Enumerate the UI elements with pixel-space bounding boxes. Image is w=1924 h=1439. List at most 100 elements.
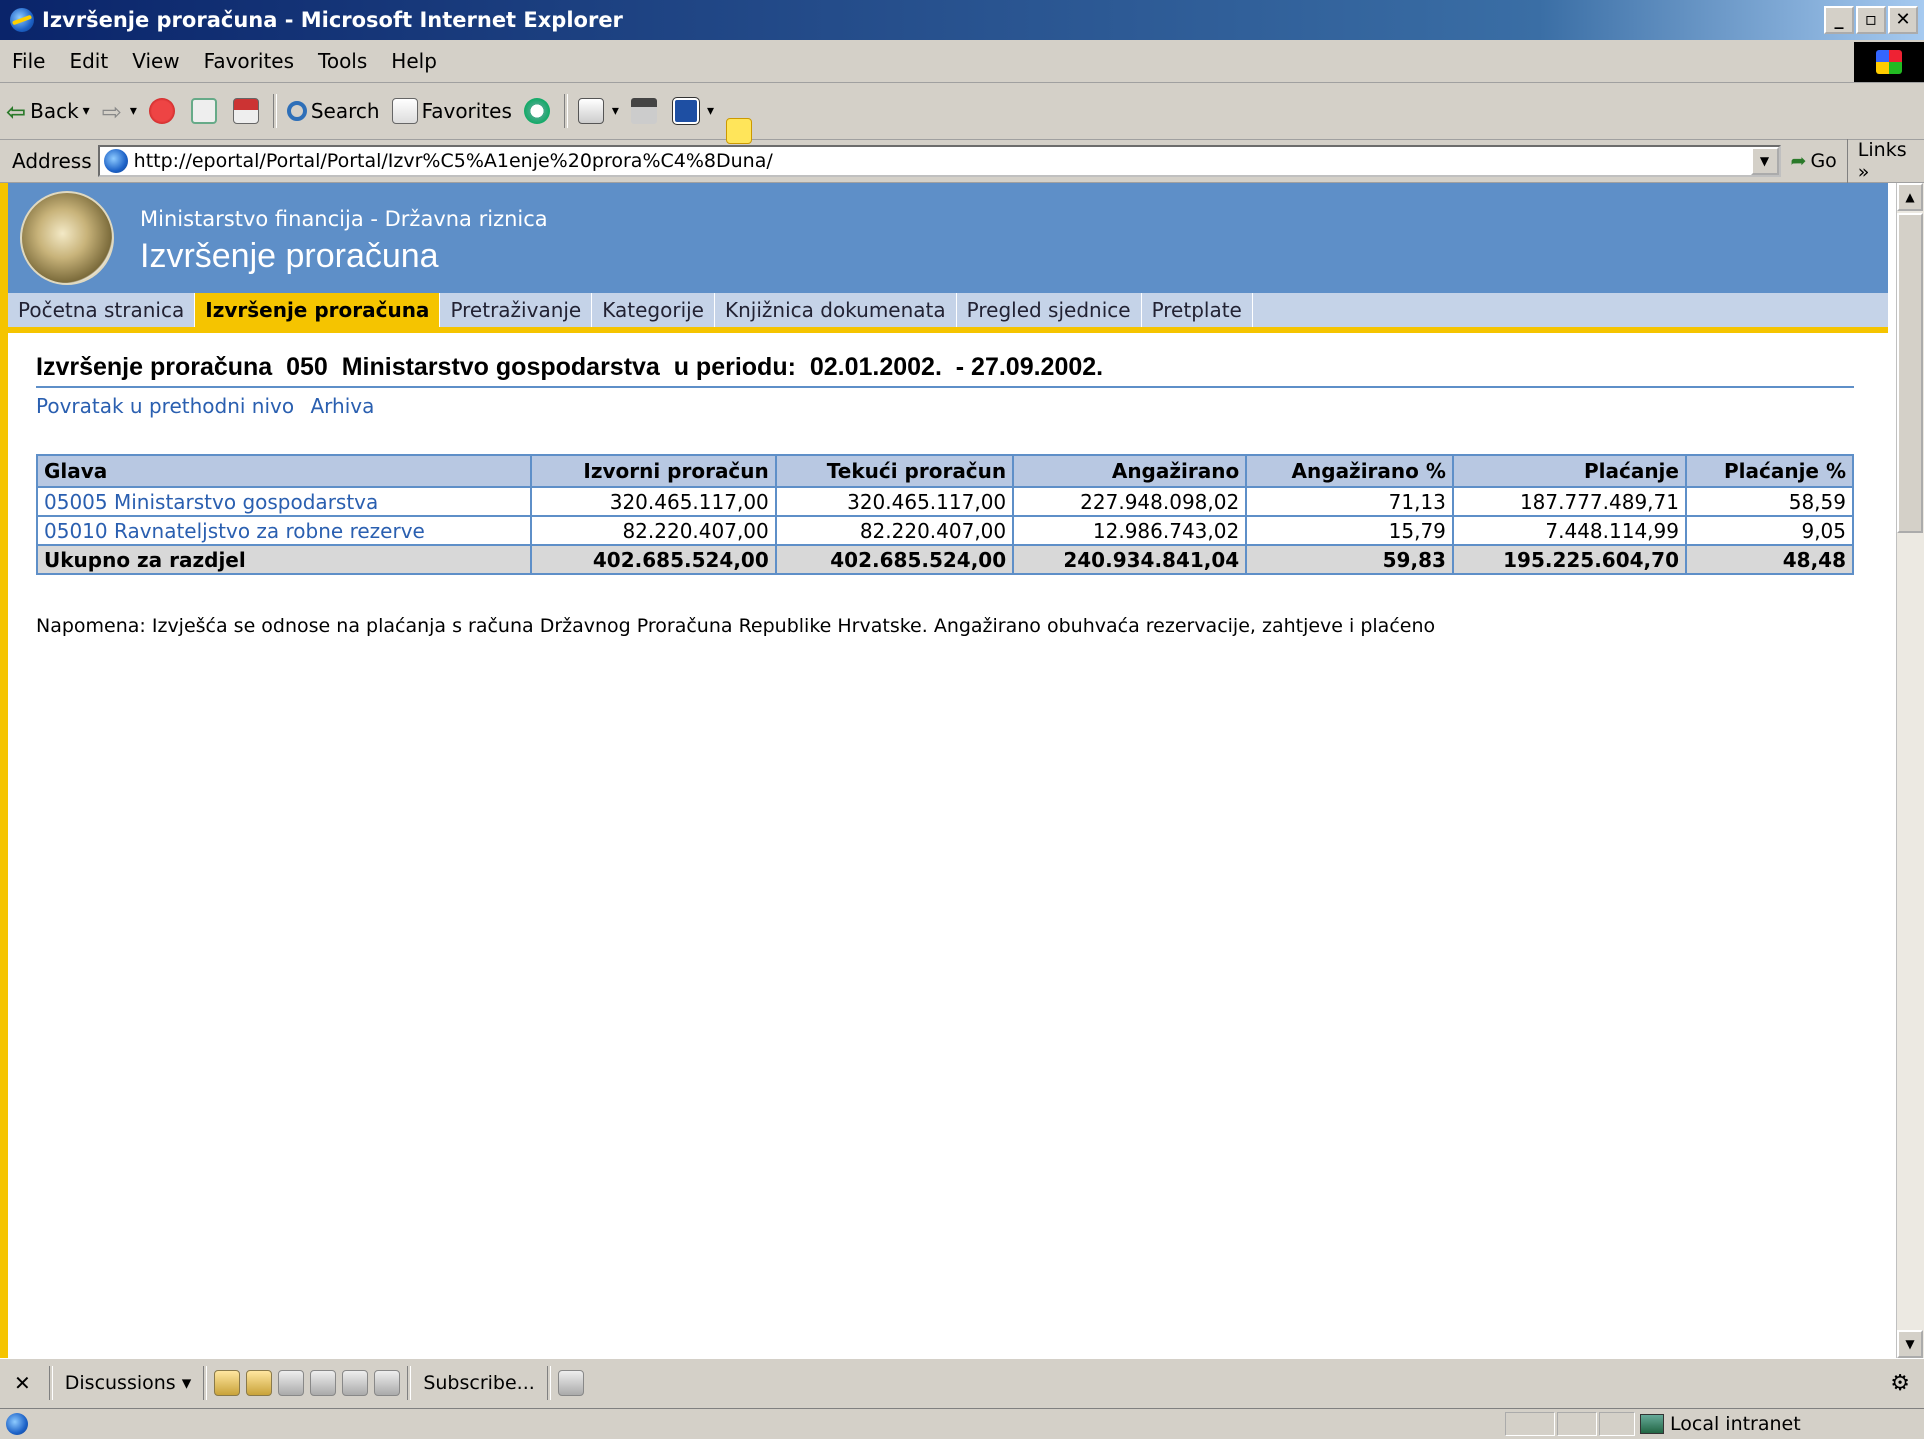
cell: 12.986.743,02 bbox=[1012, 515, 1248, 546]
forward-button[interactable]: ⇨ ▾ bbox=[96, 91, 143, 131]
scroll-down-button[interactable]: ▼ bbox=[1897, 1330, 1923, 1358]
nav-pocetna-stranica[interactable]: Početna stranica bbox=[8, 293, 196, 327]
cell: 9,05 bbox=[1684, 515, 1855, 546]
col-placanje-pct: Plaćanje % bbox=[1684, 454, 1855, 488]
cell: 240.934.841,04 bbox=[1012, 544, 1248, 575]
status-cell bbox=[1599, 1412, 1635, 1436]
scroll-up-button[interactable]: ▲ bbox=[1897, 183, 1923, 211]
page-status-icon bbox=[6, 1413, 28, 1435]
nav-kategorije[interactable]: Kategorije bbox=[592, 293, 715, 327]
menu-help[interactable]: Help bbox=[379, 49, 449, 73]
security-zone: Local intranet bbox=[1640, 1412, 1801, 1436]
print-button[interactable] bbox=[625, 91, 667, 131]
toolbar-separator bbox=[48, 1366, 53, 1400]
vertical-scrollbar[interactable]: ▲ ▼ bbox=[1896, 183, 1924, 1358]
window-title: Izvršenje proračuna - Microsoft Internet… bbox=[42, 8, 623, 32]
menu-edit[interactable]: Edit bbox=[57, 49, 120, 73]
close-button[interactable]: ✕ bbox=[1888, 6, 1918, 34]
insert-discussion-icon[interactable] bbox=[214, 1370, 241, 1396]
search-label: Search bbox=[310, 99, 380, 123]
chevron-down-icon[interactable]: ▾ bbox=[612, 103, 619, 119]
cell: 402.685.524,00 bbox=[774, 544, 1015, 575]
cell: 71,13 bbox=[1245, 486, 1454, 517]
cell: 58,59 bbox=[1684, 486, 1855, 517]
subscribe-button[interactable]: Subscribe... bbox=[415, 1372, 542, 1394]
notes-button[interactable] bbox=[720, 91, 762, 144]
toolbar-separator bbox=[203, 1366, 208, 1400]
menu-view[interactable]: View bbox=[120, 49, 191, 73]
cell: 320.465.117,00 bbox=[774, 486, 1015, 517]
word-icon bbox=[671, 97, 700, 125]
minimize-button[interactable]: _ bbox=[1824, 6, 1854, 34]
edit-word-button[interactable]: ▾ bbox=[667, 91, 720, 131]
address-label: Address bbox=[12, 149, 92, 173]
discussions-bar: ✕ Discussions ▾ Subscribe... ⚙ bbox=[0, 1358, 1924, 1407]
go-button[interactable]: ➦ Go bbox=[1781, 150, 1847, 172]
stop-icon bbox=[148, 98, 175, 124]
col-izvorni-proracun: Izvorni proračun bbox=[530, 454, 777, 488]
edit-discussion-icon[interactable] bbox=[278, 1370, 305, 1396]
home-button[interactable] bbox=[227, 91, 269, 131]
cell: 195.225.604,70 bbox=[1451, 544, 1687, 575]
discussions-button[interactable]: Discussions ▾ bbox=[57, 1372, 200, 1394]
ie-icon[interactable] bbox=[10, 8, 34, 32]
back-button[interactable]: ⇦ Back ▾ bbox=[0, 91, 96, 131]
links-button[interactable]: Links » bbox=[1846, 139, 1924, 183]
col-tekuci-proracun: Tekući proračun bbox=[774, 454, 1015, 488]
nav-knjiznica-dokumenata[interactable]: Knjižnica dokumenata bbox=[715, 293, 957, 327]
cell: 59,83 bbox=[1245, 544, 1454, 575]
address-input[interactable]: http://eportal/Portal/Portal/Izvr%C5%A1e… bbox=[97, 145, 1781, 177]
menu-tools[interactable]: Tools bbox=[306, 49, 379, 73]
maximize-button[interactable]: ▫ bbox=[1856, 6, 1886, 34]
favorites-button[interactable]: Favorites bbox=[386, 91, 518, 131]
nav-pretplate[interactable]: Pretplate bbox=[1142, 293, 1253, 327]
refresh-button[interactable] bbox=[185, 91, 227, 131]
cell: 187.777.489,71 bbox=[1451, 486, 1687, 517]
back-label: Back bbox=[30, 99, 79, 123]
col-angazirano: Angažirano bbox=[1012, 454, 1248, 488]
breadcrumb: Povratak u prethodni nivo Arhiva bbox=[36, 394, 1856, 418]
stop-button[interactable] bbox=[143, 91, 185, 131]
delete-discussion-icon[interactable] bbox=[310, 1370, 337, 1396]
site-banner: Ministarstvo financija - Državna riznica… bbox=[8, 183, 1888, 293]
cell: 320.465.117,00 bbox=[530, 486, 777, 517]
nav-izvrsenje-proracuna[interactable]: Izvršenje proračuna bbox=[195, 293, 441, 327]
chevron-down-icon[interactable]: ▾ bbox=[83, 103, 90, 119]
row-link-glava[interactable]: 05010 Ravnateljstvo za robne rezerve bbox=[36, 515, 532, 546]
chevron-down-icon[interactable]: ▾ bbox=[130, 103, 137, 119]
back-to-previous-link[interactable]: Povratak u prethodni nivo bbox=[36, 394, 294, 418]
menu-favorites[interactable]: Favorites bbox=[192, 49, 306, 73]
cell: 82.220.407,00 bbox=[774, 515, 1015, 546]
chevron-down-icon: ▾ bbox=[181, 1372, 192, 1394]
reply-discussion-icon[interactable] bbox=[246, 1370, 273, 1396]
nav-pretrazivanje[interactable]: Pretraživanje bbox=[440, 293, 593, 327]
address-bar: Address http://eportal/Portal/Portal/Izv… bbox=[0, 139, 1924, 183]
home-icon bbox=[232, 98, 259, 124]
menu-file[interactable]: File bbox=[0, 49, 57, 73]
close-icon[interactable]: ✕ bbox=[0, 1371, 45, 1395]
table-row: 05010 Ravnateljstvo za robne rezerve 82.… bbox=[36, 515, 1855, 546]
back-arrow-icon: ⇦ bbox=[6, 98, 27, 126]
history-button[interactable] bbox=[518, 91, 560, 131]
history-icon bbox=[523, 98, 550, 124]
toolbar-separator bbox=[407, 1366, 412, 1400]
scroll-thumb[interactable] bbox=[1897, 213, 1923, 533]
collapse-discussion-icon[interactable] bbox=[374, 1370, 401, 1396]
search-button[interactable]: Search bbox=[281, 91, 386, 131]
mail-button[interactable]: ▾ bbox=[572, 91, 625, 131]
window-title-bar: Izvršenje proračuna - Microsoft Internet… bbox=[0, 0, 1924, 40]
expand-discussion-icon[interactable] bbox=[342, 1370, 369, 1396]
nav-pregled-sjednice[interactable]: Pregled sjednice bbox=[957, 293, 1142, 327]
cell: 48,48 bbox=[1684, 544, 1855, 575]
chevron-down-icon[interactable]: ▾ bbox=[707, 103, 714, 119]
cell: 82.220.407,00 bbox=[530, 515, 777, 546]
discussion-settings-icon[interactable]: ⚙ bbox=[1890, 1371, 1910, 1396]
table-header-row: Glava Izvorni proračun Tekući proračun A… bbox=[36, 454, 1855, 488]
cell: 402.685.524,00 bbox=[530, 544, 777, 575]
address-dropdown-button[interactable]: ▼ bbox=[1750, 147, 1779, 175]
discussion-pane-icon[interactable] bbox=[557, 1370, 584, 1396]
refresh-icon bbox=[190, 98, 217, 124]
row-link-glava[interactable]: 05005 Ministarstvo gospodarstva bbox=[36, 486, 532, 517]
address-url[interactable]: http://eportal/Portal/Portal/Izvr%C5%A1e… bbox=[134, 150, 773, 172]
archive-link[interactable]: Arhiva bbox=[310, 394, 374, 418]
